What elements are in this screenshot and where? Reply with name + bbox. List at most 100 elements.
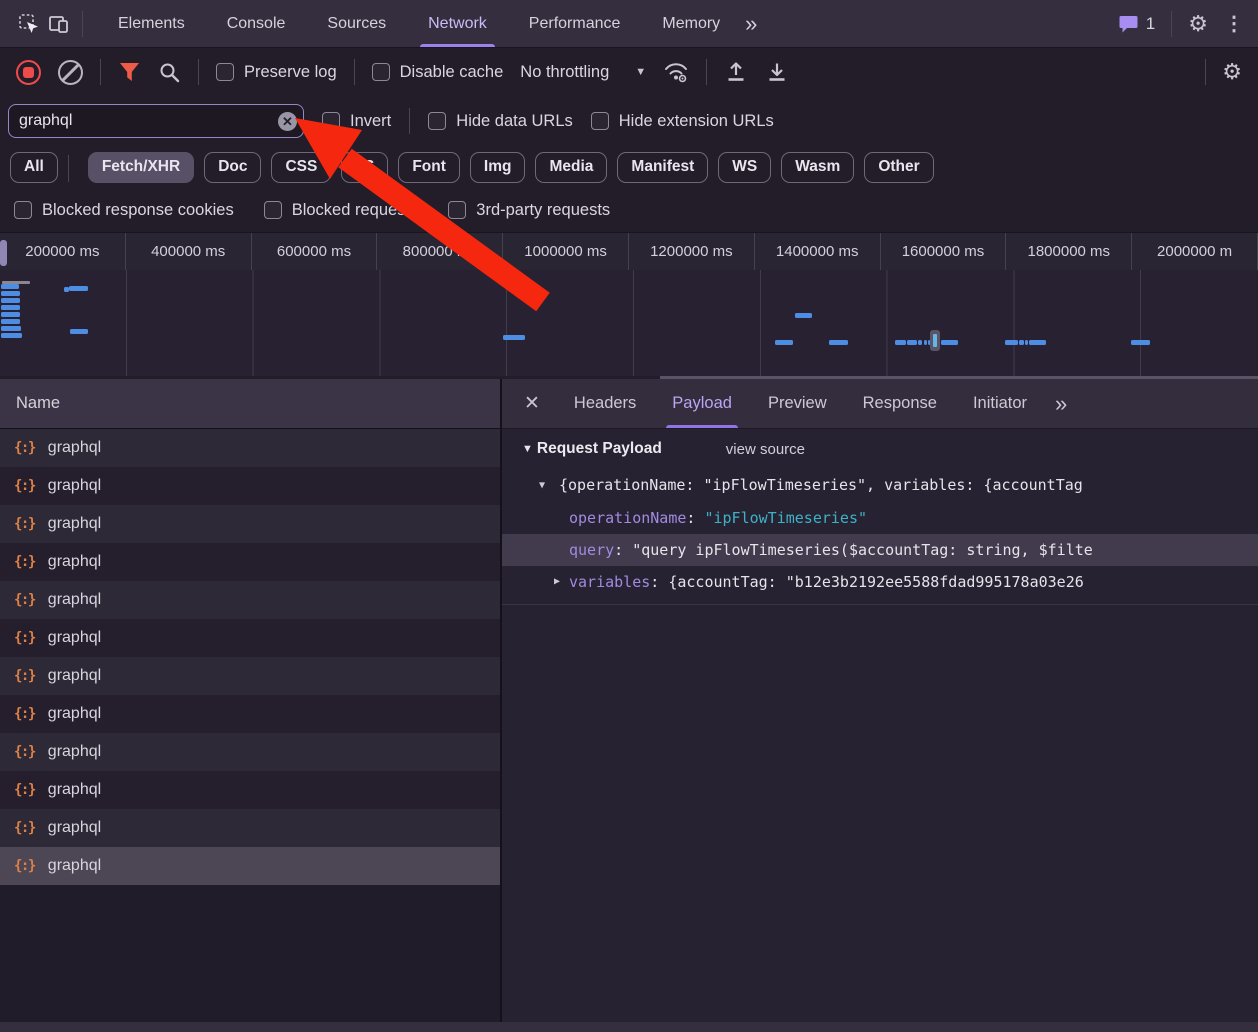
network-request-row[interactable]: {:} graphql [0, 733, 500, 771]
preserve-log-checkbox[interactable]: Preserve log [216, 63, 337, 82]
overview-scroll-handle[interactable] [0, 240, 7, 266]
request-bar [895, 340, 906, 345]
network-conditions-icon[interactable] [663, 60, 689, 84]
main-tab[interactable]: Console [227, 0, 286, 47]
request-bar [907, 340, 917, 345]
request-bar [1, 333, 22, 338]
hide-extension-urls-checkbox[interactable]: Hide extension URLs [591, 112, 774, 131]
resource-type-chip[interactable]: Wasm [781, 152, 854, 183]
payload-summary-row[interactable]: ▼ {operationName: "ipFlowTimeseries", va… [502, 469, 1258, 502]
json-braces-icon: {:} [14, 744, 35, 760]
network-request-row[interactable]: {:} graphql [0, 543, 500, 581]
json-braces-icon: {:} [14, 630, 35, 646]
filter-funnel-icon[interactable] [118, 61, 141, 84]
resource-type-chip[interactable]: CSS [271, 152, 331, 183]
extra-filter-checkbox[interactable]: Blocked requests [264, 201, 419, 220]
details-tab[interactable]: Headers [574, 379, 636, 428]
request-bar [775, 340, 793, 345]
view-source-link[interactable]: view source [726, 441, 805, 458]
network-request-row[interactable]: {:} graphql [0, 809, 500, 847]
section-expander-icon[interactable]: ▼ [522, 443, 533, 455]
request-bar [1, 298, 20, 303]
json-braces-icon: {:} [14, 516, 35, 532]
resource-type-chip[interactable]: Manifest [617, 152, 708, 183]
resource-type-chip[interactable]: Media [535, 152, 607, 183]
main-tab[interactable]: Network [428, 0, 487, 47]
network-request-row[interactable]: {:} graphql [0, 619, 500, 657]
json-braces-icon: {:} [14, 668, 35, 684]
details-panel: ✕ Headers Payload Preview Response Initiator… [500, 379, 1258, 1022]
clear-button[interactable] [58, 60, 83, 85]
record-button[interactable] [16, 60, 41, 85]
close-icon[interactable]: ✕ [524, 392, 540, 415]
settings-gear-icon[interactable]: ⚙ [1188, 13, 1208, 35]
payload-entry-row[interactable]: ▶ variables: {accountTag: "b12e3b2192ee5… [502, 566, 1258, 598]
resource-type-chip[interactable]: Fetch/XHR [88, 152, 194, 183]
disable-cache-checkbox[interactable]: Disable cache [372, 63, 504, 82]
details-tab[interactable]: Preview [768, 379, 827, 428]
export-har-icon[interactable] [765, 60, 789, 84]
horizontal-scrollbar-track[interactable] [0, 1022, 1258, 1032]
waterfall[interactable] [0, 270, 1258, 376]
request-bar [503, 335, 525, 340]
name-column-header[interactable]: Name [0, 379, 500, 429]
timeline-tick-label: 2000000 m [1132, 233, 1258, 270]
invert-checkbox[interactable]: Invert [322, 112, 391, 131]
network-request-row[interactable]: {:} graphql [0, 429, 500, 467]
extra-filter-checkbox[interactable]: Blocked response cookies [14, 201, 234, 220]
json-braces-icon: {:} [14, 478, 35, 494]
network-request-row[interactable]: {:} graphql [0, 657, 500, 695]
main-tab[interactable]: Memory [662, 0, 720, 47]
request-bar [918, 340, 922, 345]
timeline-overview[interactable]: 200000 ms400000 ms600000 ms800000 ms1000… [0, 232, 1258, 379]
resource-type-chip[interactable]: Doc [204, 152, 261, 183]
chevron-down-icon: ▼ [635, 66, 646, 78]
resource-type-chip[interactable]: WS [718, 152, 771, 183]
details-tab[interactable]: Response [863, 379, 937, 428]
network-request-row[interactable]: {:} graphql [0, 695, 500, 733]
details-tab[interactable]: Initiator [973, 379, 1027, 428]
main-tab[interactable]: Sources [327, 0, 386, 47]
network-request-row[interactable]: {:} graphql [0, 847, 500, 885]
issues-button[interactable]: 1 [1118, 13, 1155, 34]
resource-type-chip[interactable]: Other [864, 152, 933, 183]
filter-input[interactable] [8, 104, 304, 138]
payload-entries: operationName: "ipFlowTimeseries" query:… [502, 502, 1258, 598]
import-har-icon[interactable] [724, 60, 748, 84]
device-toolbar-icon[interactable] [44, 9, 74, 39]
payload-entry-row[interactable]: query: "query ipFlowTimeseries($accountT… [502, 534, 1258, 566]
timeline-tick-label: 1000000 ms [503, 233, 629, 270]
expander-icon[interactable]: ▶ [554, 566, 560, 598]
checkbox [448, 201, 466, 219]
inspect-element-icon[interactable] [14, 9, 44, 39]
expander-icon[interactable]: ▼ [539, 469, 545, 502]
kebab-menu-icon[interactable]: ⋮ [1224, 11, 1244, 36]
details-tab-bar: ✕ Headers Payload Preview Response Initiator… [502, 379, 1258, 429]
resource-type-chip[interactable]: JS [341, 152, 388, 183]
network-request-row[interactable]: {:} graphql [0, 771, 500, 809]
hide-data-urls-checkbox[interactable]: Hide data URLs [428, 112, 572, 131]
clear-filter-icon[interactable]: ✕ [278, 112, 297, 131]
json-braces-icon: {:} [14, 440, 35, 456]
search-icon[interactable] [158, 61, 181, 84]
details-tab[interactable]: Payload [672, 379, 732, 428]
main-tab[interactable]: Elements [118, 0, 185, 47]
divider [198, 59, 199, 85]
timeline-tick-label: 200000 ms [0, 233, 126, 270]
resource-type-chip[interactable]: Font [398, 152, 460, 183]
more-tabs-icon[interactable]: » [745, 11, 757, 37]
network-request-row[interactable]: {:} graphql [0, 505, 500, 543]
main-tab[interactable]: Performance [529, 0, 621, 47]
payload-view: ▼ Request Payload view source ▼ {operati… [502, 429, 1258, 605]
payload-entry-row[interactable]: operationName: "ipFlowTimeseries" [502, 502, 1258, 534]
network-settings-gear-icon[interactable]: ⚙ [1222, 61, 1242, 83]
more-details-tabs-icon[interactable]: » [1055, 391, 1067, 417]
extra-filter-checkbox[interactable]: 3rd-party requests [448, 201, 610, 220]
payload-divider [502, 604, 1258, 605]
timeline-tick-label: 1400000 ms [755, 233, 881, 270]
network-request-row[interactable]: {:} graphql [0, 581, 500, 619]
network-request-row[interactable]: {:} graphql [0, 467, 500, 505]
resource-type-chip[interactable]: Img [470, 152, 526, 183]
resource-type-chip[interactable]: All [10, 152, 58, 183]
throttling-select[interactable]: No throttling ▼ [520, 63, 646, 82]
